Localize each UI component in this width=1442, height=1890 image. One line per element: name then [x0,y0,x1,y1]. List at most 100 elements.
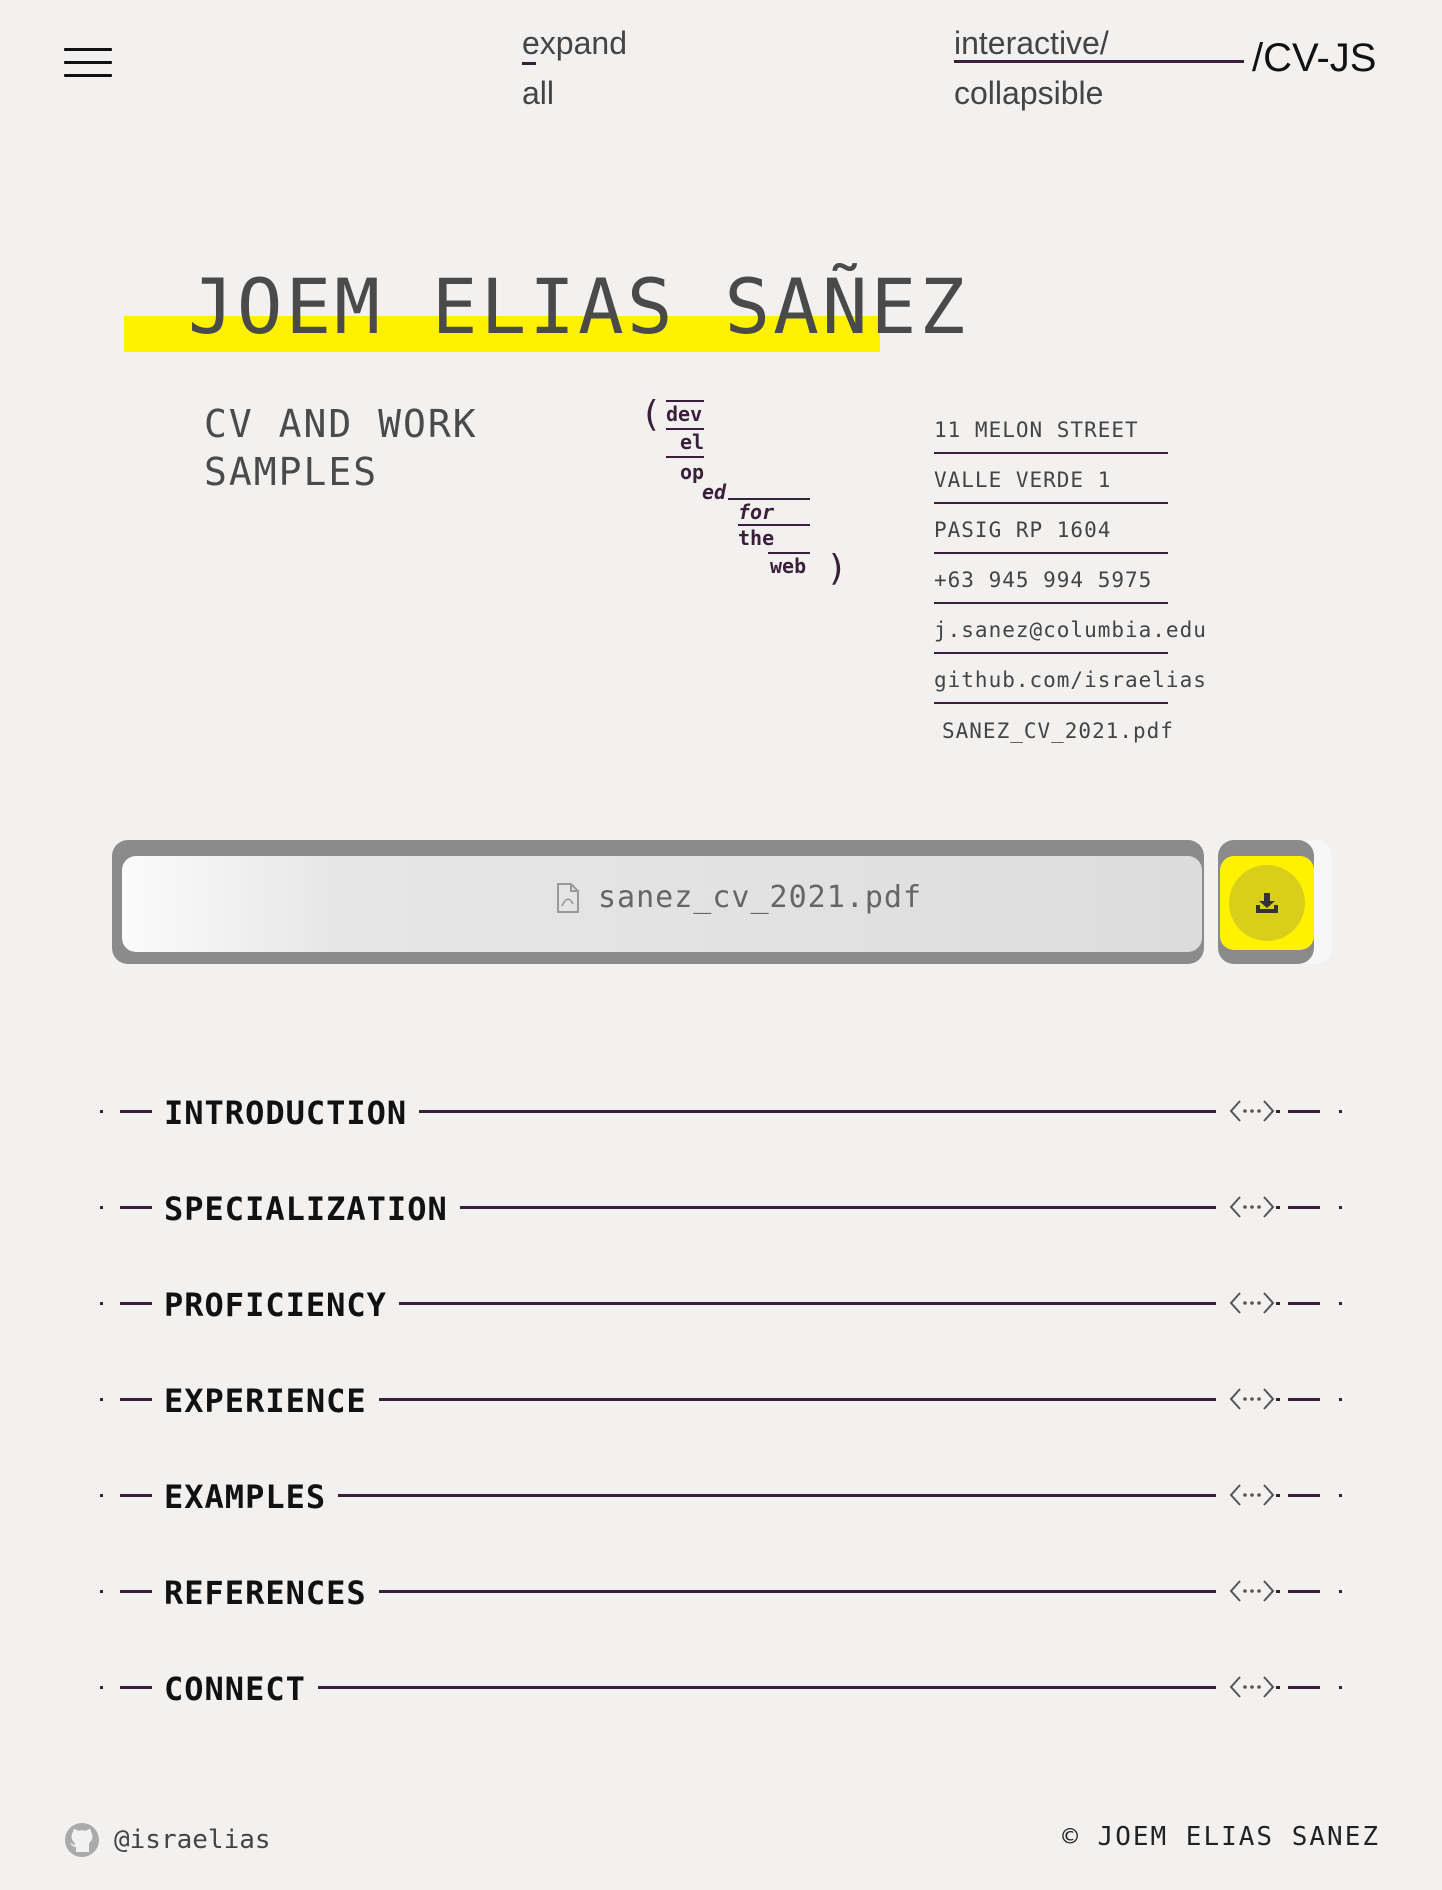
section-references[interactable]: REFERENCES [96,1566,1346,1616]
section-dash [1288,1590,1320,1593]
contact-district: VALLE VERDE 1 [934,454,1168,504]
page-title: JOEM ELIAS SAÑEZ [188,262,969,351]
section-dash [1288,1302,1320,1305]
section-dash [120,1686,152,1689]
section-dash [120,1590,152,1593]
contact-email[interactable]: j.sanez@columbia.edu [934,604,1206,654]
contact-pdf-link[interactable]: SANEZ_CV_2021.pdf [934,704,1173,754]
section-dash [120,1206,152,1209]
download-file-field[interactable]: sanez_cv_2021.pdf [122,856,1202,952]
contact-github[interactable]: github.com/israelias [934,654,1206,704]
section-dot [100,1302,103,1305]
section-dash [1288,1206,1320,1209]
contact-pdf-label: SANEZ_CV_2021.pdf [942,719,1174,743]
section-dot [1339,1398,1342,1401]
tagline: ( dev el op ed for the web ) [636,394,856,598]
section-dot [1339,1302,1342,1305]
section-dot [1339,1686,1342,1689]
contact-street: 11 MELON STREET [934,404,1168,454]
section-gap [1216,1682,1228,1692]
expand-collapse-icon[interactable] [1228,1672,1276,1702]
section-gap [1216,1106,1228,1116]
tagline-rule [666,456,704,458]
expand-collapse-icon[interactable] [1228,1192,1276,1222]
section-experience[interactable]: EXPERIENCE [96,1374,1346,1424]
expand-collapse-icon[interactable] [1228,1576,1276,1606]
tagline-word: for [738,500,775,524]
expand-all-label-1: expand [522,25,627,61]
section-label: EXAMPLES [164,1478,339,1516]
section-dash [120,1302,152,1305]
section-gap [1280,1394,1288,1404]
contact-phone[interactable]: +63 945 994 5975 [934,554,1168,604]
section-gap [1320,1682,1336,1692]
section-dash [120,1110,152,1113]
section-dash [1288,1110,1320,1113]
section-dash [1288,1494,1320,1497]
expand-collapse-icon[interactable] [1228,1384,1276,1414]
menu-button[interactable] [64,48,112,80]
section-gap [1280,1682,1288,1692]
section-specialization[interactable]: SPECIALIZATION [96,1182,1346,1232]
tagline-word: web [770,554,807,578]
section-label: SPECIALIZATION [164,1190,460,1228]
github-link[interactable]: @israelias [64,1822,271,1858]
section-examples[interactable]: EXAMPLES [96,1470,1346,1520]
section-dot [1339,1494,1342,1497]
section-rule [196,1494,1320,1497]
download-bar: sanez_cv_2021.pdf [112,840,1332,966]
mode-rule [954,60,1244,63]
mode-label-2: collapsible [954,75,1104,111]
section-dash [1288,1686,1320,1689]
hamburger-icon-bar [64,74,112,77]
section-gap [1320,1586,1336,1596]
download-icon [1256,893,1278,913]
section-label: PROFICIENCY [164,1286,399,1324]
section-gap [1280,1586,1288,1596]
section-proficiency[interactable]: PROFICIENCY [96,1278,1346,1328]
github-handle: @israelias [114,1825,271,1855]
section-dash [120,1398,152,1401]
section-dash [1288,1398,1320,1401]
subtitle-line-1: CV AND WORK [204,402,478,446]
contact-city: PASIG RP 1604 [934,504,1168,554]
section-dot [1339,1590,1342,1593]
mode-label: interactive/ collapsible [954,18,1244,118]
subtitle-line-2: SAMPLES [204,450,379,494]
download-button[interactable] [1220,856,1314,950]
section-label: CONNECT [164,1670,318,1708]
section-dot [100,1590,103,1593]
expand-underline [522,62,536,65]
tagline-word: op [680,460,705,484]
section-gap [1320,1394,1336,1404]
section-dot [1339,1206,1342,1209]
section-gap [1280,1298,1288,1308]
section-dot [1339,1110,1342,1113]
section-connect[interactable]: CONNECT [96,1662,1346,1712]
download-button-circle [1229,865,1305,941]
section-gap [1280,1202,1288,1212]
section-label: INTRODUCTION [164,1094,420,1132]
subtitle: CV AND WORK SAMPLES [204,400,478,496]
expand-collapse-icon[interactable] [1228,1288,1276,1318]
contact-list: 11 MELON STREET VALLE VERDE 1 PASIG RP 1… [934,404,1234,754]
section-gap [1216,1202,1228,1212]
download-filename: sanez_cv_2021.pdf [598,880,923,915]
section-gap [1216,1586,1228,1596]
section-gap [1216,1394,1228,1404]
section-gap [1320,1490,1336,1500]
tagline-close-paren: ) [826,548,848,589]
expand-all-label-2: all [522,75,555,111]
tagline-word: el [680,430,705,454]
hamburger-icon-bar [64,61,112,64]
section-gap [1320,1298,1336,1308]
expand-collapse-icon[interactable] [1228,1096,1276,1126]
tagline-open-paren: ( [640,394,662,435]
section-label: EXPERIENCE [164,1382,379,1420]
tagline-word: the [738,526,775,550]
section-dot [100,1494,103,1497]
expand-all-button[interactable]: expand all [522,18,627,118]
section-introduction[interactable]: INTRODUCTION [96,1086,1346,1136]
expand-collapse-icon[interactable] [1228,1480,1276,1510]
section-dot [100,1206,103,1209]
